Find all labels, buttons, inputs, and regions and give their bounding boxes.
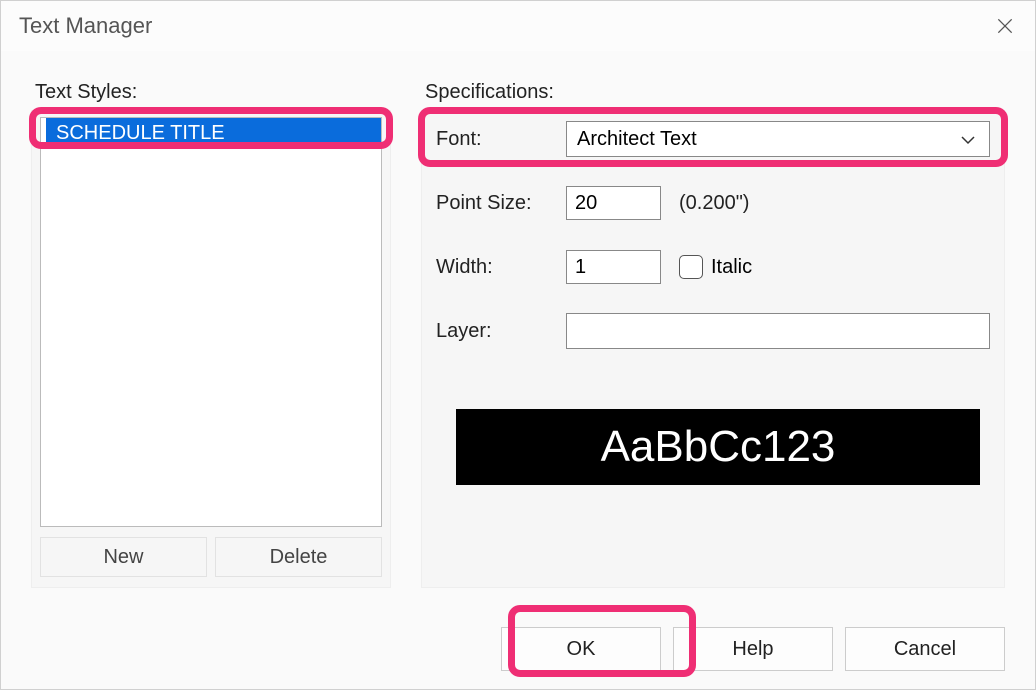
specifications-panel: Font: Architect Text Point Size: (0.200"… (421, 110, 1005, 588)
left-column: Text Styles: SCHEDULE TITLE New Delete (31, 81, 391, 588)
titlebar: Text Manager (1, 1, 1035, 51)
list-item[interactable]: SCHEDULE TITLE (41, 118, 381, 149)
right-column: Specifications: Font: Architect Text Poi… (421, 81, 1005, 588)
text-styles-listbox[interactable]: SCHEDULE TITLE (40, 117, 382, 527)
close-icon (995, 16, 1015, 36)
font-preview: AaBbCc123 (456, 409, 980, 485)
window-title: Text Manager (19, 13, 152, 39)
delete-button[interactable]: Delete (215, 537, 382, 577)
dialog-content: Text Styles: SCHEDULE TITLE New Delete S… (1, 51, 1035, 598)
chevron-down-icon (961, 128, 975, 151)
italic-label: Italic (711, 256, 752, 279)
font-dropdown-value: Architect Text (577, 128, 697, 151)
specifications-label: Specifications: (421, 81, 1005, 104)
dialog-action-buttons: OK Help Cancel (501, 627, 1005, 671)
width-row: Width: Italic (436, 249, 990, 285)
layer-label: Layer: (436, 320, 566, 343)
text-styles-label: Text Styles: (31, 81, 391, 104)
pointsize-row: Point Size: (0.200") (436, 185, 990, 221)
layer-row: Layer: (436, 313, 990, 349)
font-row: Font: Architect Text (436, 121, 990, 157)
help-button[interactable]: Help (673, 627, 833, 671)
cancel-button[interactable]: Cancel (845, 627, 1005, 671)
text-styles-panel: SCHEDULE TITLE New Delete (31, 110, 391, 588)
pointsize-input[interactable] (566, 186, 661, 220)
width-input[interactable] (566, 250, 661, 284)
font-dropdown[interactable]: Architect Text (566, 121, 990, 157)
italic-checkbox[interactable] (679, 255, 703, 279)
ok-button[interactable]: OK (501, 627, 661, 671)
pointsize-label: Point Size: (436, 192, 566, 215)
style-buttons-row: New Delete (40, 537, 382, 577)
width-label: Width: (436, 256, 566, 279)
close-button[interactable] (993, 14, 1017, 38)
new-button[interactable]: New (40, 537, 207, 577)
font-label: Font: (436, 128, 566, 151)
italic-group: Italic (679, 255, 752, 279)
pointsize-inches: (0.200") (679, 192, 749, 215)
layer-dropdown[interactable] (566, 313, 990, 349)
text-manager-dialog: Text Manager Text Styles: SCHEDULE TITLE… (0, 0, 1036, 690)
